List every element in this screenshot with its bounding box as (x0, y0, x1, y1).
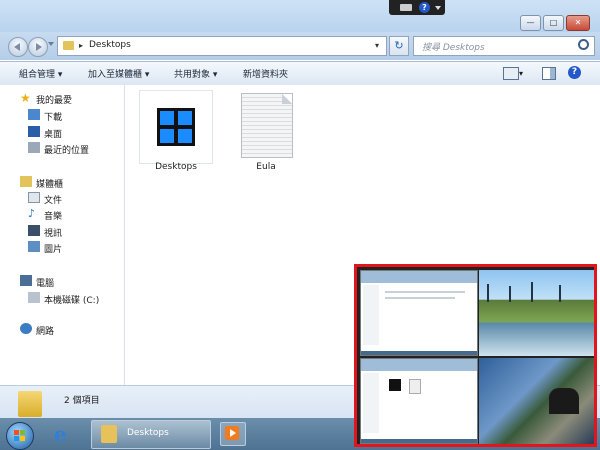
folder-icon (63, 41, 74, 50)
share-with-button[interactable]: 共用對象 ▾ (174, 67, 217, 80)
help-icon[interactable]: ? (419, 2, 430, 13)
nav-music[interactable]: 音樂 (44, 209, 62, 222)
folder-icon (101, 425, 117, 443)
file-name: Eula (256, 162, 276, 172)
start-button[interactable] (6, 422, 34, 450)
view-dropdown-icon[interactable]: ▾ (519, 69, 523, 78)
add-to-library-button[interactable]: 加入至媒體櫃 ▾ (88, 67, 149, 80)
library-icon (20, 176, 32, 187)
computer-icon (20, 275, 32, 286)
close-button[interactable]: ✕ (566, 15, 590, 31)
nav-pictures[interactable]: 圖片 (44, 242, 62, 255)
file-item-desktops[interactable] (139, 90, 213, 164)
desktop-thumbnail-4[interactable] (479, 358, 594, 444)
display-icon (400, 4, 412, 11)
folder-icon (18, 391, 42, 417)
arrow-left-icon (14, 43, 20, 51)
nav-recent-places[interactable]: 最近的位置 (44, 143, 89, 156)
nav-downloads[interactable]: 下載 (44, 110, 62, 123)
address-dropdown-icon[interactable]: ▾ (375, 41, 379, 50)
help-icon[interactable]: ? (568, 66, 581, 79)
documents-icon (28, 192, 40, 203)
desktop-icon (28, 126, 40, 137)
nav-computer[interactable]: 電腦 (36, 276, 54, 289)
navigation-pane: ★ 我的最愛 下載 桌面 最近的位置 媒體櫃 文件 ♪ 音樂 視訊 圖片 電腦 … (0, 85, 125, 385)
downloads-icon (28, 109, 40, 120)
forward-button[interactable] (28, 37, 48, 57)
back-button[interactable] (8, 37, 28, 57)
nav-libraries[interactable]: 媒體櫃 (36, 177, 63, 190)
nav-network[interactable]: 網路 (36, 324, 54, 337)
desktop-thumbnail-2[interactable] (479, 270, 594, 356)
maximize-button[interactable]: □ (543, 15, 564, 31)
app-grid-icon (157, 108, 195, 146)
nav-favorites[interactable]: 我的最愛 (36, 93, 72, 106)
search-icon[interactable] (578, 39, 589, 50)
network-icon (20, 323, 32, 334)
desktop-thumbnail-1[interactable] (360, 270, 478, 356)
preview-pane-icon[interactable] (542, 67, 556, 80)
taskbar-item-label: Desktops (127, 428, 169, 438)
music-icon: ♪ (28, 207, 36, 220)
recent-pages-dropdown[interactable] (48, 42, 54, 46)
hard-drive-icon (28, 292, 40, 303)
text-document-icon (282, 94, 292, 104)
recent-places-icon (28, 142, 40, 153)
videos-icon (28, 225, 40, 236)
search-input[interactable]: 搜尋 Desktops (422, 40, 485, 53)
address-bar[interactable]: ▸ Desktops ▾ (57, 36, 387, 56)
nav-videos[interactable]: 視訊 (44, 226, 62, 239)
desktops-preview-panel[interactable] (354, 264, 597, 447)
organize-button[interactable]: 組合管理 ▾ (19, 67, 62, 80)
search-box[interactable]: 搜尋 Desktops (413, 36, 595, 56)
nav-local-disk[interactable]: 本機磁碟 (C:) (44, 293, 99, 306)
nav-desktop[interactable]: 桌面 (44, 127, 62, 140)
arrow-right-icon (36, 43, 42, 51)
taskbar-item-media[interactable] (220, 422, 246, 446)
item-count: 2 個項目 (64, 396, 100, 406)
breadcrumb-chevron-icon: ▸ (79, 41, 84, 50)
refresh-button[interactable]: ↻ (389, 36, 409, 56)
title-bar (0, 0, 600, 32)
desktop-thumbnail-3[interactable] (360, 358, 478, 444)
pictures-icon (28, 241, 40, 252)
file-name: Desktops (155, 162, 197, 172)
chevron-down-icon[interactable] (435, 6, 441, 10)
new-folder-button[interactable]: 新增資料夾 (243, 67, 288, 80)
file-item-eula[interactable] (241, 93, 293, 158)
desktops-switch-bar[interactable]: ? (389, 0, 445, 15)
change-view-icon[interactable] (503, 67, 519, 80)
command-bar: 組合管理 ▾ 加入至媒體櫃 ▾ 共用對象 ▾ 新增資料夾 ▾ ? (0, 61, 600, 86)
taskbar-item-desktops[interactable]: Desktops (91, 420, 211, 449)
internet-explorer-icon[interactable]: e (54, 423, 78, 445)
nav-documents[interactable]: 文件 (44, 193, 62, 206)
star-icon: ★ (20, 91, 31, 105)
breadcrumb-current[interactable]: Desktops (89, 40, 131, 50)
minimize-button[interactable]: — (520, 15, 541, 31)
